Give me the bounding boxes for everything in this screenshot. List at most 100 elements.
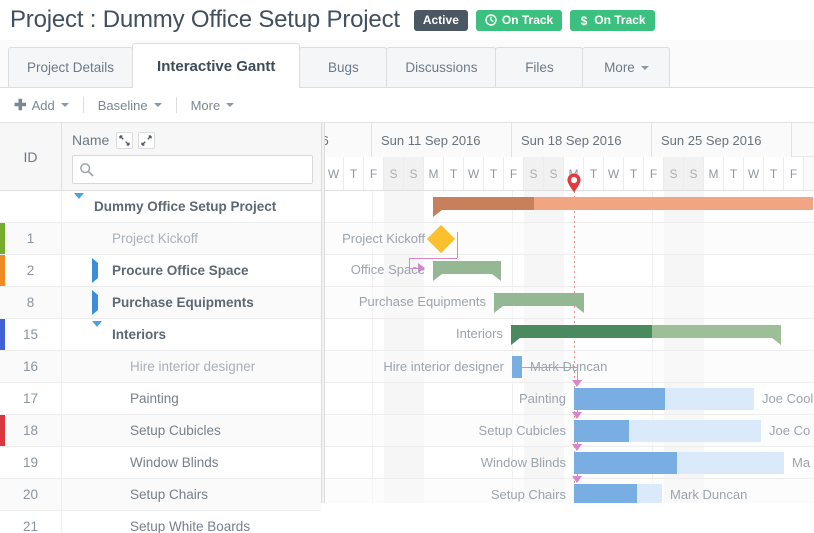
- task-search-box[interactable]: [72, 155, 313, 184]
- task-bar[interactable]: [574, 484, 662, 503]
- toolbar-divider: [82, 97, 84, 113]
- tab-project-details[interactable]: Project Details: [8, 47, 134, 87]
- table-row[interactable]: Dummy Office Setup Project: [0, 191, 321, 223]
- status-badge-schedule-label: On Track: [501, 13, 554, 27]
- page-title: Project : Dummy Office Setup Project: [10, 6, 400, 33]
- tab-interactive-gantt-label: Interactive Gantt: [157, 57, 276, 75]
- row-id: 2: [0, 255, 62, 286]
- search-input[interactable]: [94, 156, 312, 183]
- timeline-day-cell: T: [624, 157, 644, 190]
- row-name-cell[interactable]: Project Kickoff: [62, 223, 321, 254]
- tab-bugs[interactable]: Bugs: [299, 47, 388, 87]
- dependency-link: [522, 367, 577, 368]
- status-badge-active: Active: [413, 9, 468, 31]
- task-grid-body: Dummy Office Setup Project 1 Project Kicko…: [0, 191, 321, 533]
- dependency-arrow-icon: [572, 412, 582, 419]
- table-row[interactable]: 15 Interiors: [0, 319, 321, 351]
- dependency-arrow-icon: [572, 444, 582, 451]
- more-button[interactable]: More: [191, 98, 235, 113]
- table-row[interactable]: 1 Project Kickoff: [0, 223, 321, 255]
- row-name-cell[interactable]: Dummy Office Setup Project: [62, 191, 321, 222]
- tab-more-label: More: [604, 60, 635, 75]
- table-row[interactable]: 16 Hire interior designer: [0, 351, 321, 383]
- collapse-all-icon[interactable]: [116, 131, 134, 149]
- baseline-button[interactable]: Baseline: [98, 98, 162, 113]
- collapse-toggle-icon[interactable]: [74, 193, 88, 214]
- baseline-button-label: Baseline: [97, 97, 148, 113]
- row-name-cell[interactable]: Setup Chairs: [62, 479, 321, 510]
- timeline-day-cell: T: [344, 157, 364, 190]
- task-bar-progress: [512, 356, 522, 378]
- dependency-arrow-icon: [572, 476, 582, 483]
- row-status-flag: [0, 223, 5, 254]
- timeline-day-cell: F: [784, 157, 804, 190]
- timeline-week-label: o 2016: [325, 123, 372, 157]
- page-header: Project : Dummy Office Setup Project Act…: [0, 0, 814, 40]
- timeline-day-cell: T: [724, 157, 744, 190]
- expand-all-icon[interactable]: [138, 131, 156, 149]
- row-name-cell[interactable]: Hire interior designer: [62, 351, 321, 382]
- gantt-toolbar: ✚ Add Baseline More: [0, 88, 814, 123]
- summary-bar[interactable]: [433, 261, 501, 281]
- task-bar[interactable]: [574, 420, 761, 442]
- table-row[interactable]: 20 Setup Chairs: [0, 479, 321, 511]
- status-badge-budget-label: On Track: [594, 13, 646, 27]
- bar-label: Purchase Equipments: [358, 294, 486, 309]
- row-name-cell[interactable]: Painting: [62, 383, 321, 414]
- tab-bar: Project Details Interactive Gantt Bugs D…: [0, 40, 814, 88]
- add-button[interactable]: ✚ Add: [14, 98, 69, 113]
- table-row[interactable]: 2 Procure Office Space: [0, 255, 321, 287]
- row-name-cell[interactable]: Purchase Equipments: [62, 287, 321, 318]
- tab-files-label: Files: [525, 60, 554, 75]
- row-id: 17: [0, 383, 62, 414]
- table-row[interactable]: 17 Painting: [0, 383, 321, 415]
- bar-label: Setup Cubicles: [478, 423, 566, 438]
- summary-bar-tail: [433, 274, 442, 281]
- row-name-cell[interactable]: Window Blinds: [62, 447, 321, 478]
- task-bar[interactable]: [512, 356, 522, 378]
- table-row[interactable]: 21 Setup White Boards: [0, 511, 321, 533]
- gantt-workspace: ID Name Dummy Office Setup Project 1 Pro…: [0, 123, 814, 533]
- row-name-label: Project Kickoff: [112, 231, 199, 246]
- tab-files[interactable]: Files: [495, 47, 584, 87]
- collapse-toggle-icon[interactable]: [92, 321, 106, 342]
- task-bar-progress: [574, 388, 665, 410]
- dependency-link: [577, 367, 578, 381]
- table-row[interactable]: 18 Setup Cubicles: [0, 415, 321, 447]
- status-badge-budget: $ On Track: [570, 9, 655, 31]
- table-row[interactable]: 8 Purchase Equipments: [0, 287, 321, 319]
- row-name-cell[interactable]: Setup Cubicles: [62, 415, 321, 446]
- row-id: 21: [0, 511, 62, 533]
- summary-bar-tail: [492, 274, 501, 281]
- row-id: 15: [0, 319, 62, 350]
- row-name-cell[interactable]: Interiors: [62, 319, 321, 350]
- row-name-label: Setup Cubicles: [130, 423, 221, 438]
- summary-bar[interactable]: [433, 197, 813, 217]
- row-name-label: Setup Chairs: [130, 487, 209, 502]
- tab-discussions[interactable]: Discussions: [386, 47, 497, 87]
- summary-bar[interactable]: [494, 293, 584, 313]
- task-bar-progress: [574, 452, 677, 474]
- table-row[interactable]: 19 Window Blinds: [0, 447, 321, 479]
- dollar-icon: $: [581, 14, 588, 27]
- row-name-label: Interiors: [112, 327, 167, 342]
- row-name-cell[interactable]: Setup White Boards: [62, 511, 321, 533]
- row-name-label: Purchase Equipments: [112, 295, 254, 310]
- resource-label: Ma: [792, 455, 811, 470]
- dependency-link: [457, 232, 458, 258]
- tab-discussions-label: Discussions: [405, 60, 478, 75]
- summary-bar[interactable]: [511, 325, 781, 345]
- expand-toggle-icon[interactable]: [92, 290, 106, 315]
- timeline-day-cell: S: [404, 157, 424, 190]
- gantt-chart-body: Project Kickoff Office Space Purchase Equi…: [325, 191, 814, 503]
- row-name-label: Hire interior designer: [130, 359, 256, 374]
- tab-more[interactable]: More: [582, 47, 671, 87]
- timeline-day-cell: W: [325, 157, 344, 190]
- search-icon: [80, 163, 94, 177]
- task-bar[interactable]: [574, 452, 784, 474]
- row-name-cell[interactable]: Procure Office Space: [62, 255, 321, 286]
- task-bar[interactable]: [574, 388, 754, 410]
- row-name-label: Procure Office Space: [112, 263, 249, 278]
- expand-toggle-icon[interactable]: [92, 258, 106, 283]
- tab-interactive-gantt[interactable]: Interactive Gantt: [132, 43, 301, 88]
